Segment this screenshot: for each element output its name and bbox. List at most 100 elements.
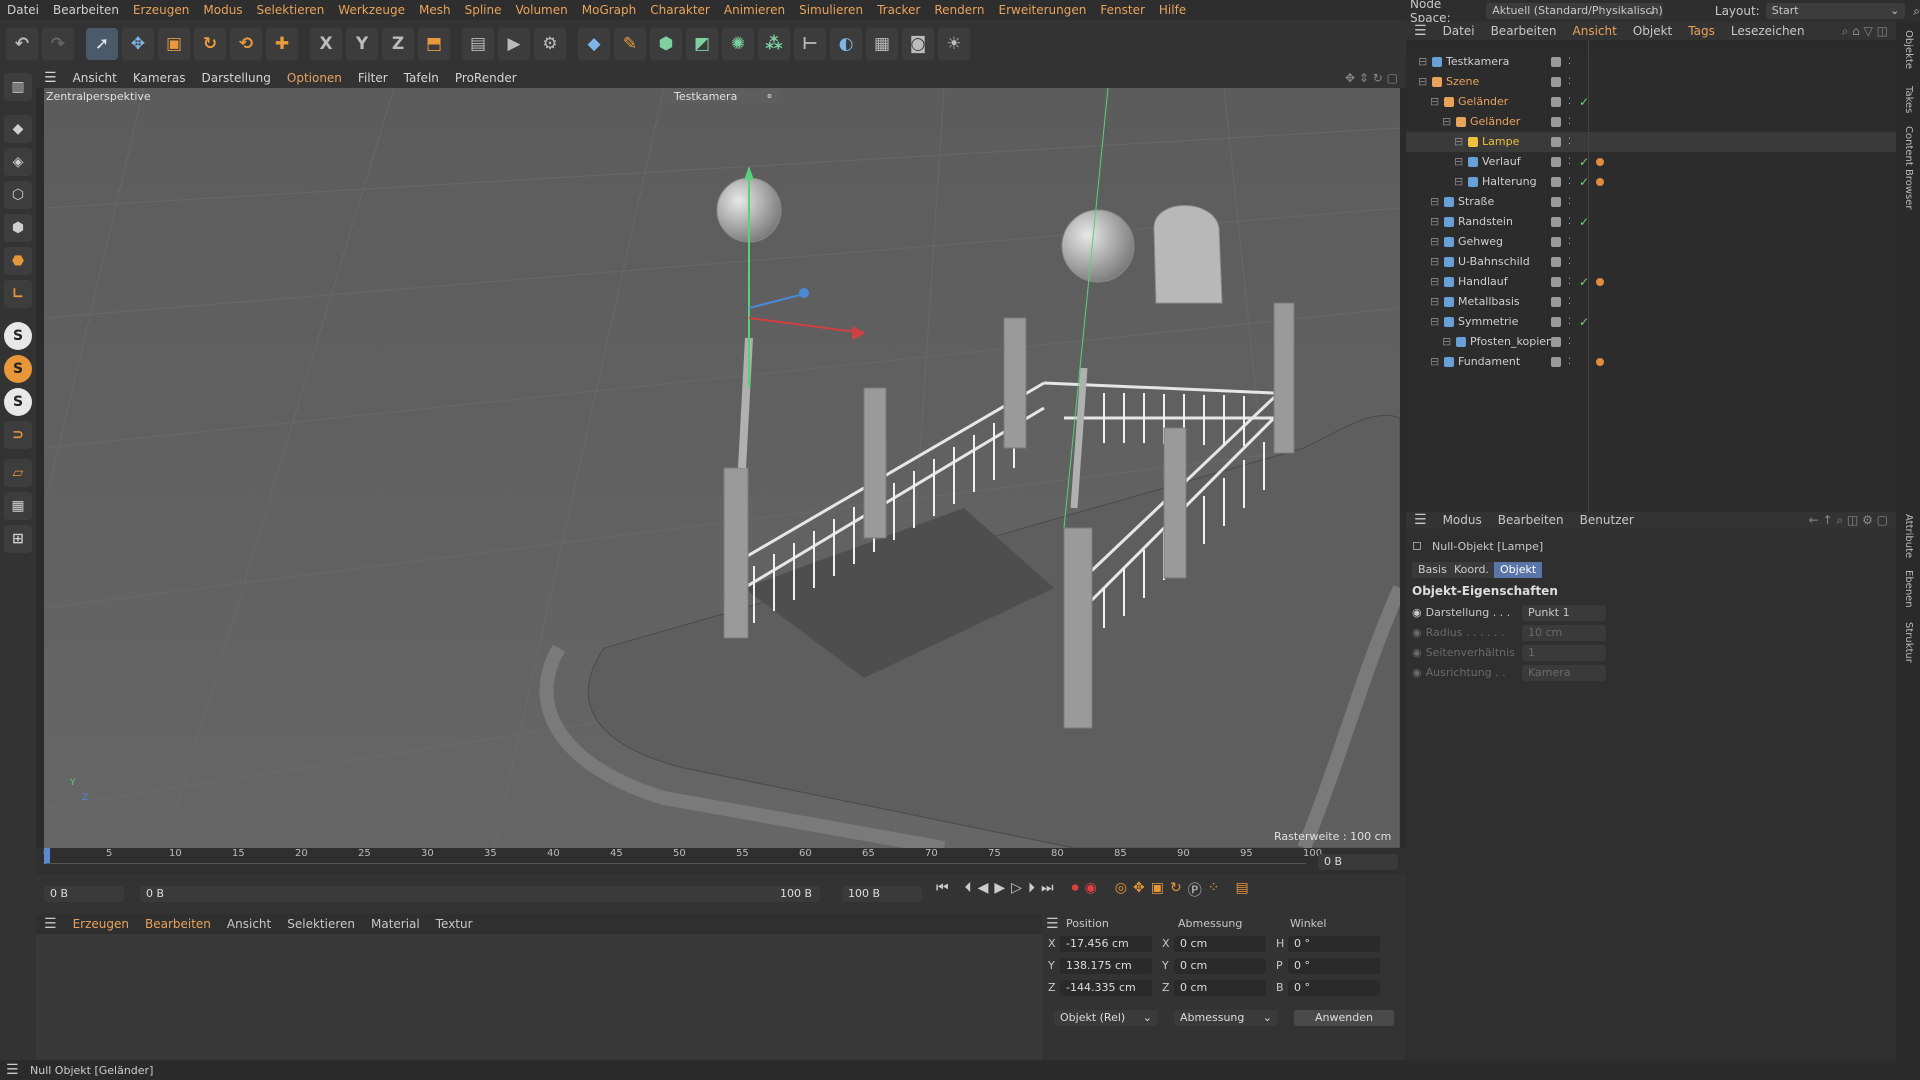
menu-mesh[interactable]: Mesh: [412, 3, 458, 17]
visibility-dots-icon[interactable]: ⁚: [1568, 178, 1572, 187]
mat-menu-item[interactable]: Bearbeiten: [137, 917, 219, 931]
light-icon[interactable]: ☀: [938, 28, 970, 60]
om-toolbar-icons[interactable]: ⌕ ⌂ ▽ ◫: [1834, 24, 1896, 39]
am-menu-bearbeiten[interactable]: Bearbeiten: [1490, 513, 1572, 527]
hamburger-icon[interactable]: ☰: [6, 1062, 19, 1078]
object-mode-icon[interactable]: ◆: [4, 115, 32, 143]
am-menu-benutzer[interactable]: Benutzer: [1572, 513, 1642, 527]
render-view-icon[interactable]: ▶: [498, 28, 530, 60]
size-field[interactable]: 0 cm: [1174, 936, 1266, 952]
layer-toggle-icon[interactable]: [1551, 157, 1561, 167]
key-scale-icon[interactable]: ▣: [1151, 880, 1164, 900]
render-region-icon[interactable]: ▤: [462, 28, 494, 60]
coordinate-system-icon[interactable]: ⬒: [418, 28, 450, 60]
cloner-icon[interactable]: ⁂: [758, 28, 790, 60]
viewport-menu-filter[interactable]: Filter: [350, 71, 396, 85]
expand-toggle-icon[interactable]: ⊟: [1430, 232, 1439, 252]
om-menu-objekt[interactable]: Objekt: [1625, 24, 1680, 38]
goto-start-icon[interactable]: ⏮: [936, 880, 949, 900]
tab-content-browser[interactable]: Content Browser: [1903, 126, 1914, 209]
mat-menu-item[interactable]: Erzeugen: [65, 917, 137, 931]
am-nav-icons[interactable]: ← ↑ ⌕ ◫ ⚙ ▢: [1801, 513, 1896, 528]
texture-mode-icon[interactable]: ◈: [4, 148, 32, 176]
material-tag-icon[interactable]: [1596, 278, 1604, 286]
coord-mode-select[interactable]: Objekt (Rel) ⌄: [1054, 1010, 1158, 1026]
tree-row[interactable]: ⊟ Fundament ⁚: [1406, 352, 1896, 372]
visibility-dots-icon[interactable]: ⁚: [1568, 138, 1572, 147]
layer-toggle-icon[interactable]: [1551, 257, 1561, 267]
viewport-nav-icons[interactable]: ✥ ⇕ ↻ ▢: [1337, 71, 1406, 85]
viewport-menu-kameras[interactable]: Kameras: [125, 71, 194, 85]
menu-tracker[interactable]: Tracker: [870, 3, 927, 17]
hamburger-icon[interactable]: ☰: [1046, 916, 1059, 932]
layer-toggle-icon[interactable]: [1551, 177, 1561, 187]
end-frame-field[interactable]: 100 B: [842, 886, 922, 902]
polygons-mode-icon[interactable]: ⬣: [4, 247, 32, 275]
render-settings-icon[interactable]: ⚙: [534, 28, 566, 60]
layer-toggle-icon[interactable]: [1551, 117, 1561, 127]
am-menu-modus[interactable]: Modus: [1435, 513, 1490, 527]
workplane-icon[interactable]: ▱: [4, 459, 32, 487]
om-menu-tags[interactable]: Tags: [1680, 24, 1723, 38]
magnet-icon[interactable]: ⊃: [4, 421, 32, 449]
layer-toggle-icon[interactable]: [1551, 77, 1561, 87]
undo-icon[interactable]: ↶: [6, 28, 38, 60]
recent-tools-icon[interactable]: ⟲: [230, 28, 262, 60]
mat-menu-item[interactable]: Ansicht: [219, 917, 279, 931]
animate-toggle-icon[interactable]: ◉: [1412, 646, 1422, 659]
rotation-field[interactable]: 0 °: [1288, 958, 1380, 974]
menu-mograph[interactable]: MoGraph: [575, 3, 644, 17]
menu-erzeugen[interactable]: Erzeugen: [126, 3, 196, 17]
select-icon[interactable]: ➚: [86, 28, 118, 60]
property-value-field[interactable]: Punkt 1: [1522, 605, 1606, 621]
add-icon[interactable]: ✚: [266, 28, 298, 60]
layer-toggle-icon[interactable]: [1551, 277, 1561, 287]
menu-rendern[interactable]: Rendern: [927, 3, 991, 17]
expand-toggle-icon[interactable]: ⊟: [1418, 52, 1427, 72]
tree-row[interactable]: ⊟ Geländer ⁚: [1406, 112, 1896, 132]
object-tree[interactable]: ⊟ Testkamera ⁚ ⊟ Szene ⁚ ⊟ Geländer ⁚ ✓ ⊟ Geländer ⁚…: [1406, 52, 1896, 512]
model-mode-icon[interactable]: ▥: [4, 73, 32, 101]
tree-row[interactable]: ⊟ Handlauf ⁚ ✓: [1406, 272, 1896, 292]
menu-hilfe[interactable]: Hilfe: [1152, 3, 1193, 17]
visibility-dots-icon[interactable]: ⁚: [1568, 238, 1572, 247]
tab-takes[interactable]: Takes: [1903, 86, 1914, 113]
array-icon[interactable]: ✺: [722, 28, 754, 60]
search-icon[interactable]: ⌕: [1913, 4, 1920, 19]
camera-icon[interactable]: ◙: [902, 28, 934, 60]
move-icon[interactable]: ✥: [122, 28, 154, 60]
next-key-icon[interactable]: ⏵: [1028, 880, 1035, 900]
subdivision-icon[interactable]: ⬢: [650, 28, 682, 60]
tree-row[interactable]: ⊟ Lampe ⁚: [1406, 132, 1896, 152]
locked-workplane-icon[interactable]: ▦: [4, 492, 32, 520]
visibility-dots-icon[interactable]: ⁚: [1568, 318, 1572, 327]
animate-toggle-icon[interactable]: ◉: [1412, 626, 1422, 639]
key-rotation-icon[interactable]: ↻: [1170, 880, 1182, 900]
material-tag-icon[interactable]: [1596, 178, 1604, 186]
grid-snap-icon[interactable]: ⊞: [4, 525, 32, 553]
material-tag-icon[interactable]: [1596, 158, 1604, 166]
tree-row[interactable]: ⊟ Randstein ⁚ ✓: [1406, 212, 1896, 232]
soft-selection-icon[interactable]: S: [4, 388, 32, 416]
menu-modus[interactable]: Modus: [196, 3, 249, 17]
range-slider[interactable]: 0 B 100 B: [140, 886, 820, 902]
layer-toggle-icon[interactable]: [1551, 237, 1561, 247]
record-icon[interactable]: ⏺: [1072, 880, 1079, 900]
timeline-ruler[interactable]: 0510152025303540455055606570758085909510…: [36, 848, 1406, 874]
expand-toggle-icon[interactable]: ⊟: [1430, 272, 1439, 292]
expand-toggle-icon[interactable]: ⊟: [1430, 192, 1439, 212]
menu-charakter[interactable]: Charakter: [643, 3, 717, 17]
layer-toggle-icon[interactable]: [1551, 297, 1561, 307]
tab-koord[interactable]: Koord.: [1448, 562, 1495, 578]
visibility-dots-icon[interactable]: ⁚: [1568, 278, 1572, 287]
menu-selektieren[interactable]: Selektieren: [250, 3, 332, 17]
coord-size-select[interactable]: Abmessung ⌄: [1174, 1010, 1278, 1026]
visibility-dots-icon[interactable]: ⁚: [1568, 218, 1572, 227]
tree-row[interactable]: ⊟ Symmetrie ⁚ ✓: [1406, 312, 1896, 332]
expand-toggle-icon[interactable]: ⊟: [1454, 152, 1463, 172]
layer-toggle-icon[interactable]: [1551, 317, 1561, 327]
layer-toggle-icon[interactable]: [1551, 137, 1561, 147]
visibility-dots-icon[interactable]: ⁚: [1568, 298, 1572, 307]
material-area[interactable]: [36, 934, 1042, 1060]
om-menu-bearbeiten[interactable]: Bearbeiten: [1483, 24, 1565, 38]
